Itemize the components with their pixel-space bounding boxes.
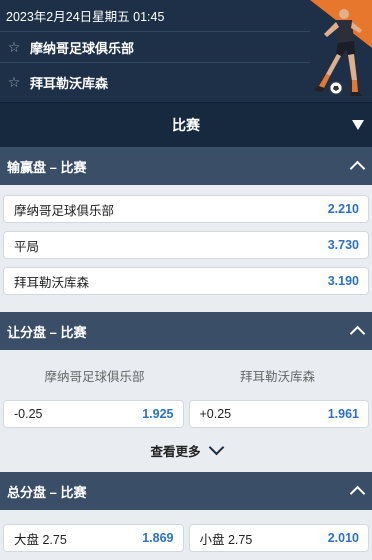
dropdown-triangle-icon[interactable] [352, 120, 364, 130]
totals-over-label: 大盘 2.75 [14, 532, 67, 547]
handicap-odds-row: -0.25 1.925 +0.25 1.961 [3, 400, 369, 428]
handicap-line: -0.25 [14, 407, 43, 421]
odds-value: 1.925 [142, 407, 174, 421]
handicap-section-header[interactable]: 让分盘 – 比赛 [0, 312, 372, 350]
match-datetime: 2023年2月24日星期五 01:45 [6, 10, 165, 24]
moneyline-home-button[interactable]: 摩纳哥足球俱乐部 2.210 [3, 195, 369, 223]
match-period-selector[interactable]: 比赛 [0, 102, 372, 147]
favorite-star-icon[interactable]: ☆ [0, 74, 28, 91]
handicap-section-title: 让分盘 – 比赛 [7, 324, 87, 340]
handicap-home-button[interactable]: -0.25 1.925 [3, 400, 184, 428]
totals-over-button[interactable]: 大盘 2.75 1.869 [3, 524, 184, 552]
selection-label: 摩纳哥足球俱乐部 [14, 203, 115, 218]
selection-label: 平局 [14, 239, 40, 254]
moneyline-section-header[interactable]: 输赢盘 – 比赛 [0, 147, 372, 185]
odds-value: 1.869 [142, 531, 174, 545]
soccer-player-illustration [290, 0, 372, 102]
away-team-row: ☆ 拜耳勒沃库森 [0, 66, 310, 98]
away-team-name: 拜耳勒沃库森 [30, 75, 109, 91]
handicap-away-header: 拜耳勒沃库森 [239, 369, 315, 384]
handicap-home-header: 摩纳哥足球俱乐部 [44, 369, 145, 384]
moneyline-away-button[interactable]: 拜耳勒沃库森 3.190 [3, 267, 369, 295]
handicap-section-body: 摩纳哥足球俱乐部 拜耳勒沃库森 -0.25 1.925 +0.25 1.961 … [0, 350, 372, 472]
moneyline-draw-button[interactable]: 平局 3.730 [3, 231, 369, 259]
odds-value: 2.010 [327, 531, 359, 545]
favorite-star-icon[interactable]: ☆ [0, 39, 28, 56]
totals-under-button[interactable]: 小盘 2.75 2.010 [188, 524, 369, 552]
totals-section-header[interactable]: 总分盘 – 比赛 [0, 472, 372, 510]
handicap-line: +0.25 [199, 407, 232, 421]
match-header: 2023年2月24日星期五 01:45 ☆ 摩纳哥足球俱乐部 ☆ 拜耳勒沃库森 [0, 0, 372, 102]
totals-under-label: 小盘 2.75 [199, 532, 253, 547]
odds-value: 3.190 [327, 274, 359, 288]
home-team-name: 摩纳哥足球俱乐部 [30, 40, 135, 56]
totals-odds-row: 大盘 2.75 1.869 小盘 2.75 2.010 [3, 524, 369, 552]
moneyline-section-title: 输赢盘 – 比赛 [7, 159, 87, 175]
totals-section-body: 大盘 2.75 1.869 小盘 2.75 2.010 [0, 510, 372, 552]
home-team-row: ☆ 摩纳哥足球俱乐部 [0, 31, 310, 63]
odds-value: 1.961 [327, 407, 359, 421]
totals-section-title: 总分盘 – 比赛 [7, 484, 87, 500]
soccer-player-icon [314, 9, 362, 96]
selection-label: 拜耳勒沃库森 [14, 275, 90, 290]
see-more-button[interactable]: 查看更多 [3, 428, 369, 472]
chevron-up-icon[interactable] [349, 325, 366, 342]
see-more-label: 查看更多 [150, 444, 201, 459]
chevron-up-icon[interactable] [349, 160, 366, 177]
chevron-down-icon [208, 439, 224, 455]
chevron-up-icon[interactable] [349, 485, 366, 502]
handicap-away-button[interactable]: +0.25 1.961 [188, 400, 369, 428]
moneyline-section-body: 摩纳哥足球俱乐部 2.210 平局 3.730 拜耳勒沃库森 3.190 [0, 185, 372, 312]
odds-value: 3.730 [327, 238, 359, 252]
handicap-column-headers: 摩纳哥足球俱乐部 拜耳勒沃库森 [3, 350, 369, 400]
odds-value: 2.210 [327, 202, 359, 216]
match-period-label: 比赛 [172, 117, 200, 133]
